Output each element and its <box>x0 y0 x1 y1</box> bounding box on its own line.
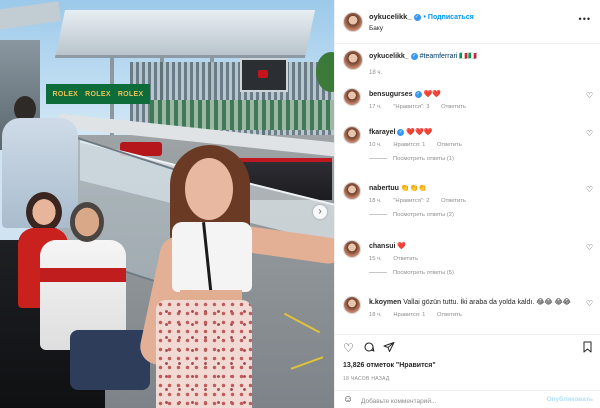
big-screen <box>240 58 288 92</box>
post-caption: oykucelikk_ ✓ #teamferrari 🇮🇹🇮🇹 18 ч. <box>335 46 600 82</box>
caption-body[interactable]: #teamferrari 🇮🇹🇮🇹 <box>420 53 477 60</box>
floral-skirt <box>156 300 252 408</box>
comment-likes[interactable]: Нравится: 1 <box>393 142 425 148</box>
comment-body: fkarayel ✓ ❤️❤️❤️ <box>369 128 433 136</box>
heart-icon[interactable]: ♡ <box>586 185 593 194</box>
comment-time: 18 ч. <box>369 312 382 318</box>
comment-composer: ☺ Опубликовать <box>335 390 600 408</box>
comment-item: nabertuu 👏👏👏 18 ч. "Нравится": 2 Ответит… <box>335 180 600 224</box>
avatar[interactable] <box>343 240 361 258</box>
comment-item: chansui ❤️ 15 ч. Ответить Посмотреть отв… <box>335 238 600 282</box>
comment-meta: 18 ч. "Нравится": 2 Ответить <box>369 198 476 204</box>
heart-icon[interactable]: ♡ <box>343 341 354 355</box>
view-replies-button[interactable]: Посмотреть ответы (1) <box>369 156 454 162</box>
grandstand-roof <box>54 10 316 58</box>
comment-text: ❤️ <box>397 243 407 250</box>
comment-username[interactable]: fkarayel <box>369 129 395 136</box>
shirt-stripe <box>40 268 126 282</box>
woman-top <box>172 222 252 292</box>
reply-button[interactable]: Ответить <box>441 104 466 110</box>
comment-meta: 15 ч. Ответить <box>369 256 428 262</box>
send-icon[interactable] <box>383 341 395 356</box>
comment-body: bensugurses ✓ ❤️❤️ <box>369 90 441 98</box>
comment-time: 10 ч. <box>369 142 382 148</box>
comment-text: 👏👏👏 <box>400 185 428 192</box>
post-age[interactable]: 18 ЧАСОВ НАЗАД <box>343 376 390 382</box>
smiley-icon[interactable]: ☺ <box>343 394 353 405</box>
comment-body: k.koymen Vallai gözün tuttu. İki araba d… <box>369 298 571 306</box>
reply-button[interactable]: Ответить <box>437 142 462 148</box>
comment-icon[interactable] <box>363 341 375 356</box>
chevron-right-icon[interactable]: › <box>313 205 327 219</box>
comment-text: ❤️❤️ <box>423 91 441 98</box>
author-username[interactable]: oykucelikk_ <box>369 12 412 21</box>
comment-icon-glyph <box>364 342 375 352</box>
bookmark-icon[interactable] <box>582 341 593 356</box>
verified-icon: ✓ <box>414 90 422 98</box>
avatar[interactable] <box>343 296 361 314</box>
comment-meta: 17 ч. "Нравится": 3 Ответить <box>369 104 476 110</box>
comment-time: 18 ч. <box>369 198 382 204</box>
person-head <box>70 202 104 242</box>
follow-button[interactable]: • Подписаться <box>424 14 474 21</box>
heart-icon[interactable]: ♡ <box>586 299 593 308</box>
avatar[interactable] <box>343 88 361 106</box>
comment-item: k.koymen Vallai gözün tuttu. İki araba d… <box>335 294 600 338</box>
caption-text: oykucelikk_ ✓ #teamferrari 🇮🇹🇮🇹 <box>369 52 477 60</box>
comment-input[interactable] <box>361 395 541 407</box>
reply-button[interactable]: Ответить <box>437 312 462 318</box>
comments-panel: oykucelikk_ ✓ • Подписаться Баку ••• oykuc… <box>334 0 600 408</box>
send-icon-glyph <box>383 342 395 352</box>
comment-text: ❤️❤️❤️ <box>406 129 433 136</box>
heart-icon[interactable]: ♡ <box>586 129 593 138</box>
comment-username[interactable]: bensugurses <box>369 91 413 98</box>
comment-meta: 18 ч. Нравится: 1 Ответить <box>369 312 472 318</box>
instagram-post-modal: ROLEX ROLEX ROLEX › oykucelikk_ ✓ • Подп… <box>0 0 600 408</box>
heart-icon[interactable]: ♡ <box>586 91 593 100</box>
billboard-word: ROLEX <box>85 90 111 98</box>
reply-button[interactable]: Ответить <box>441 198 466 204</box>
comment-text: Vallai gözün tuttu. İki araba da yolda k… <box>403 299 571 306</box>
view-replies-button[interactable]: Посмотреть ответы (5) <box>369 270 454 276</box>
location-link[interactable]: Баку <box>369 25 383 32</box>
verified-icon: ✓ <box>410 52 418 60</box>
comment-likes[interactable]: Нравится: 1 <box>393 312 425 318</box>
billboard-word: ROLEX <box>117 90 144 98</box>
avatar[interactable] <box>343 50 363 70</box>
caption-time: 18 ч. <box>369 70 383 76</box>
avatar[interactable] <box>343 12 363 32</box>
comment-time: 15 ч. <box>369 256 382 262</box>
more-horizontal-icon[interactable]: ••• <box>579 14 591 24</box>
action-bar: ♡ <box>335 334 600 360</box>
comment-likes[interactable]: "Нравится": 2 <box>393 198 429 204</box>
avatar[interactable] <box>343 126 361 144</box>
rolex-billboard: ROLEX ROLEX ROLEX <box>46 84 150 104</box>
comment-username[interactable]: nabertuu <box>369 185 399 192</box>
comment-time: 17 ч. <box>369 104 382 110</box>
caption-author[interactable]: oykucelikk_ <box>369 53 409 60</box>
comment-likes[interactable]: "Нравится": 3 <box>393 104 429 110</box>
verified-icon: ✓ <box>413 13 421 21</box>
author-row: oykucelikk_ ✓ • Подписаться <box>369 12 474 21</box>
view-replies-button[interactable]: Посмотреть ответы (2) <box>369 212 454 218</box>
comment-meta: 10 ч. Нравится: 1 Ответить <box>369 142 472 148</box>
comment-body: chansui ❤️ <box>369 242 406 250</box>
heart-icon[interactable]: ♡ <box>586 243 593 252</box>
comment-item: fkarayel ✓ ❤️❤️❤️ 10 ч. Нравится: 1 Ответ… <box>335 124 600 168</box>
post-photo[interactable]: ROLEX ROLEX ROLEX › <box>0 0 334 408</box>
comment-username[interactable]: k.koymen <box>369 299 401 306</box>
person-head <box>26 192 62 232</box>
avatar[interactable] <box>343 182 361 200</box>
verified-icon: ✓ <box>397 128 405 136</box>
publish-button[interactable]: Опубликовать <box>547 396 593 403</box>
likes-count[interactable]: 13,826 отметок "Нравится" <box>343 362 436 369</box>
billboard-word: ROLEX <box>52 90 79 98</box>
bookmark-icon-glyph <box>583 341 592 353</box>
reply-button[interactable]: Ответить <box>393 256 418 262</box>
post-header: oykucelikk_ ✓ • Подписаться Баку ••• <box>335 0 600 44</box>
seated-man-legs <box>70 330 150 390</box>
comment-body: nabertuu 👏👏👏 <box>369 184 427 192</box>
comment-username[interactable]: chansui <box>369 243 395 250</box>
woman-face <box>185 158 233 220</box>
